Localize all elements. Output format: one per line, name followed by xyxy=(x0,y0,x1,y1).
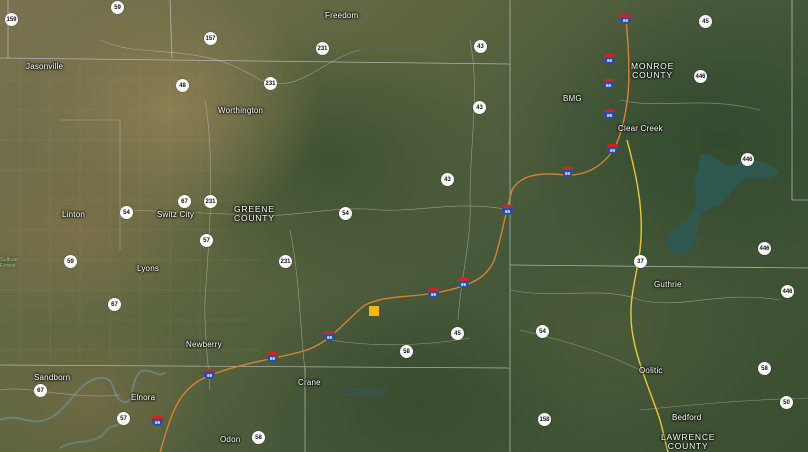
lake-monroe xyxy=(666,154,779,254)
route-shield[interactable]: 159 xyxy=(5,13,18,26)
route-shield[interactable]: 231 xyxy=(279,255,292,268)
interstate-shield[interactable]: 69 xyxy=(204,369,215,381)
interstate-69-line xyxy=(159,19,630,452)
interstate-number: 69 xyxy=(604,57,615,64)
route-shield[interactable]: 67 xyxy=(108,298,121,311)
route-shield[interactable]: 57 xyxy=(200,234,213,247)
place-label-freedom[interactable]: Freedom xyxy=(325,11,358,20)
county-name-line: COUNTY xyxy=(667,441,709,451)
forest-label-sullivan: Sullivan Forest xyxy=(0,257,19,269)
place-label-bmg[interactable]: BMG xyxy=(563,94,582,103)
place-label-switz-city[interactable]: Switz City xyxy=(157,210,194,219)
route-shield[interactable]: 54 xyxy=(536,325,549,338)
route-shield[interactable]: 231 xyxy=(316,42,329,55)
interstate-shield[interactable]: 69 xyxy=(458,278,469,290)
route-shield[interactable]: 45 xyxy=(451,327,464,340)
route-shield[interactable]: 43 xyxy=(473,101,486,114)
route-shield[interactable]: 45 xyxy=(699,15,712,28)
interstate-number: 69 xyxy=(428,291,439,298)
place-label-worthington[interactable]: Worthington xyxy=(218,106,263,115)
county-label-greene: GREENE COUNTY xyxy=(234,205,275,223)
route-shield[interactable]: 67 xyxy=(34,384,47,397)
place-label-crane[interactable]: Crane xyxy=(298,378,321,387)
route-shield[interactable]: 37 xyxy=(634,255,647,268)
county-label-monroe: MONROE COUNTY xyxy=(631,62,674,80)
interstate-shield[interactable]: 69 xyxy=(428,288,439,300)
interstate-number: 69 xyxy=(204,372,215,379)
route-shield[interactable]: 54 xyxy=(120,206,133,219)
route-shield[interactable]: 231 xyxy=(264,77,277,90)
interstate-number: 69 xyxy=(607,147,618,154)
interstate-shield[interactable]: 69 xyxy=(152,416,163,428)
route-shield[interactable]: 67 xyxy=(178,195,191,208)
route-37-line xyxy=(626,139,669,452)
interstate-shield[interactable]: 69 xyxy=(324,331,335,343)
interstate-shield[interactable]: 69 xyxy=(562,167,573,179)
place-label-elnora[interactable]: Elnora xyxy=(131,393,155,402)
interstate-number: 69 xyxy=(324,334,335,341)
interstate-shield[interactable]: 69 xyxy=(620,14,631,26)
interstate-shield[interactable]: 69 xyxy=(604,54,615,66)
route-shield[interactable]: 43 xyxy=(441,173,454,186)
place-label-jasonville[interactable]: Jasonville xyxy=(26,62,63,71)
interstate-number: 69 xyxy=(603,82,614,89)
county-name-line: COUNTY xyxy=(632,70,673,80)
route-shield[interactable]: 48 xyxy=(176,79,189,92)
route-shield[interactable]: 58 xyxy=(400,345,413,358)
place-label-oolitic[interactable]: Oolitic xyxy=(639,366,663,375)
place-label-sandborn[interactable]: Sandborn xyxy=(34,373,70,382)
route-shield[interactable]: 59 xyxy=(111,1,124,14)
place-label-odon[interactable]: Odon xyxy=(220,435,240,444)
route-shield[interactable]: 157 xyxy=(204,32,217,45)
county-label-lawrence: LAWRENCE COUNTY xyxy=(661,433,715,451)
interstate-shield[interactable]: 69 xyxy=(603,79,614,91)
place-label-bedford[interactable]: Bedford xyxy=(672,413,701,422)
interstate-number: 69 xyxy=(604,112,615,119)
route-shield[interactable]: 59 xyxy=(64,255,77,268)
place-label-newberry[interactable]: Newberry xyxy=(186,340,222,349)
interstate-shield[interactable]: 69 xyxy=(604,109,615,121)
route-shield[interactable]: 446 xyxy=(781,285,794,298)
interstate-shield[interactable]: 69 xyxy=(502,205,513,217)
place-label-lyons[interactable]: Lyons xyxy=(137,264,159,273)
satellite-map[interactable]: GREENE COUNTY MONROE COUNTY LAWRENCE COU… xyxy=(0,0,808,452)
route-shield[interactable]: 58 xyxy=(758,362,771,375)
interstate-shield[interactable]: 69 xyxy=(607,144,618,156)
interstate-number: 69 xyxy=(152,419,163,426)
place-label-linton[interactable]: Linton xyxy=(62,210,85,219)
map-overlay-lines xyxy=(0,0,808,452)
route-shield[interactable]: 158 xyxy=(538,413,551,426)
location-marker[interactable] xyxy=(369,306,379,316)
route-shield[interactable]: 43 xyxy=(474,40,487,53)
interstate-number: 69 xyxy=(620,17,631,24)
route-shield[interactable]: 231 xyxy=(204,195,217,208)
place-label-clear-creek[interactable]: Clear Creek xyxy=(618,124,663,133)
route-shield[interactable]: 58 xyxy=(252,431,265,444)
route-shield[interactable]: 446 xyxy=(741,153,754,166)
place-label-guthrie[interactable]: Guthrie xyxy=(654,280,682,289)
route-shield[interactable]: 446 xyxy=(758,242,771,255)
interstate-number: 69 xyxy=(502,208,513,215)
route-shield[interactable]: 446 xyxy=(694,70,707,83)
county-name-line: COUNTY xyxy=(234,213,275,223)
route-shield[interactable]: 54 xyxy=(339,207,352,220)
interstate-number: 69 xyxy=(458,281,469,288)
interstate-number: 69 xyxy=(267,355,278,362)
route-shield[interactable]: 50 xyxy=(780,396,793,409)
route-shield[interactable]: 57 xyxy=(117,412,130,425)
forest-label-line: Forest xyxy=(0,263,16,269)
interstate-number: 69 xyxy=(562,170,573,177)
interstate-shield[interactable]: 69 xyxy=(267,352,278,364)
